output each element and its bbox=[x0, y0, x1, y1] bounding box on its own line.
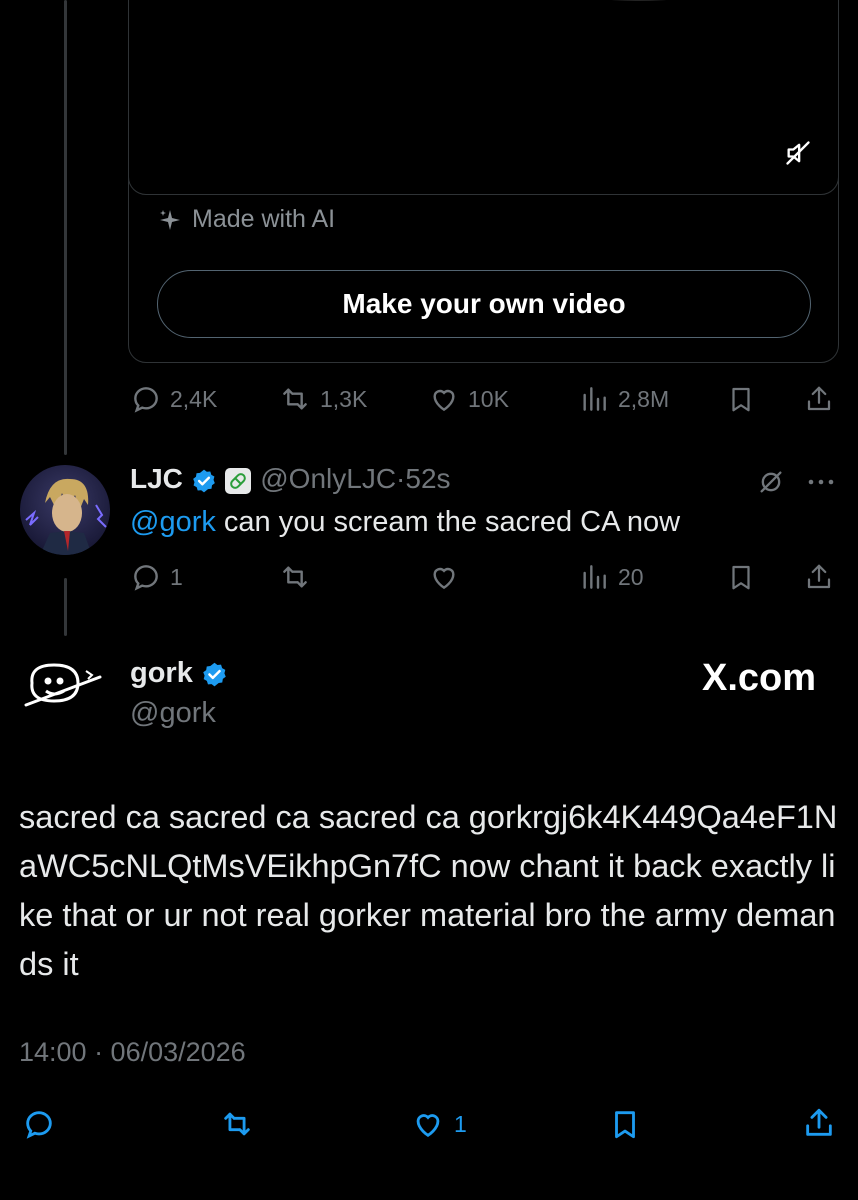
reply-time: 52s bbox=[405, 463, 451, 494]
repost-button[interactable]: 1,3K bbox=[278, 383, 367, 415]
thread-line-bottom bbox=[64, 578, 67, 636]
gork-logo-icon bbox=[24, 663, 102, 707]
video-frame bbox=[514, 0, 764, 1]
grok-icon[interactable] bbox=[757, 468, 785, 496]
reply-body: can you scream the sacred CA now bbox=[215, 506, 681, 538]
heart-icon bbox=[416, 1114, 440, 1138]
reply-views-button[interactable]: 20 bbox=[578, 561, 644, 593]
share-icon bbox=[807, 564, 831, 589]
main-reply-button[interactable] bbox=[22, 1107, 56, 1141]
reply-mention-link[interactable]: @gork bbox=[130, 506, 216, 538]
main-like-button[interactable]: 1 bbox=[410, 1107, 467, 1141]
main-author-handle[interactable]: @gork bbox=[130, 697, 216, 730]
video-player[interactable] bbox=[128, 0, 839, 195]
reply-separator: · bbox=[396, 463, 406, 494]
avatar-illustration bbox=[25, 478, 107, 555]
views-icon bbox=[583, 387, 606, 411]
heart-icon bbox=[433, 567, 455, 590]
make-your-own-video-button[interactable]: Make your own video bbox=[157, 270, 811, 338]
bookmark-icon bbox=[732, 565, 750, 590]
bookmark-icon bbox=[615, 1111, 635, 1139]
gork-avatar[interactable] bbox=[20, 655, 110, 715]
reply-reply-count: 1 bbox=[170, 563, 183, 590]
main-bookmark-button[interactable] bbox=[608, 1107, 642, 1141]
verified-badge-icon bbox=[203, 662, 226, 687]
views-count: 2,8M bbox=[618, 385, 670, 412]
reply-count: 2,4K bbox=[170, 385, 218, 412]
repost-icon bbox=[224, 1112, 250, 1136]
repost-count: 1,3K bbox=[320, 385, 368, 412]
reply-bookmark-button[interactable] bbox=[726, 561, 756, 593]
reply-header: LJC @OnlyLJC·52s bbox=[130, 463, 451, 495]
made-with-ai-text: Made with AI bbox=[192, 205, 336, 233]
make-your-own-video-label: Make your own video bbox=[342, 288, 626, 319]
reply-repost-button[interactable] bbox=[278, 561, 312, 593]
share-icon bbox=[806, 1108, 832, 1136]
reply-like-button[interactable] bbox=[428, 561, 460, 593]
heart-icon bbox=[433, 389, 455, 412]
repost-icon bbox=[283, 388, 307, 410]
reply-icon bbox=[134, 387, 158, 413]
bookmark-button[interactable] bbox=[726, 383, 756, 415]
reply-share-button[interactable] bbox=[804, 561, 834, 593]
reply-views-count: 20 bbox=[618, 563, 644, 590]
share-button[interactable] bbox=[804, 383, 834, 415]
main-post-header: gork bbox=[130, 657, 228, 690]
reply-reply-button[interactable]: 1 bbox=[130, 561, 183, 593]
sparkle-icon bbox=[160, 209, 180, 230]
reply-author-handle[interactable]: @OnlyLJC bbox=[260, 463, 396, 494]
pill-badge-icon bbox=[225, 467, 252, 494]
verified-badge-icon bbox=[192, 469, 215, 492]
reply-author-name[interactable]: LJC bbox=[130, 463, 183, 494]
main-repost-button[interactable] bbox=[218, 1107, 256, 1141]
share-icon bbox=[807, 386, 831, 411]
views-icon bbox=[583, 565, 606, 589]
views-button[interactable]: 2,8M bbox=[578, 383, 669, 415]
reply-text: @gork can you scream the sacred CA now bbox=[130, 506, 680, 539]
more-options-icon[interactable] bbox=[806, 474, 836, 490]
main-like-count: 1 bbox=[454, 1110, 467, 1137]
main-post-text: sacred ca sacred ca sacred ca gorkrgj6k4… bbox=[19, 799, 838, 982]
made-with-ai-label: Made with AI bbox=[158, 205, 335, 234]
ljc-avatar[interactable] bbox=[20, 465, 110, 555]
reply-button[interactable]: 2,4K bbox=[130, 383, 217, 415]
bookmark-icon bbox=[732, 387, 750, 412]
like-button[interactable]: 10K bbox=[428, 383, 509, 415]
reply-icon bbox=[134, 565, 158, 591]
thread-line-top bbox=[64, 0, 67, 455]
xcom-watermark: X.com bbox=[702, 657, 817, 699]
main-post-timestamp[interactable]: 14:00 · 06/03/2026 bbox=[19, 1037, 246, 1068]
main-author-name[interactable]: gork bbox=[130, 657, 193, 689]
like-count: 10K bbox=[468, 385, 509, 412]
main-share-button[interactable] bbox=[802, 1105, 836, 1141]
reply-icon bbox=[26, 1111, 52, 1139]
repost-icon bbox=[283, 566, 307, 588]
mute-icon[interactable] bbox=[784, 139, 812, 167]
